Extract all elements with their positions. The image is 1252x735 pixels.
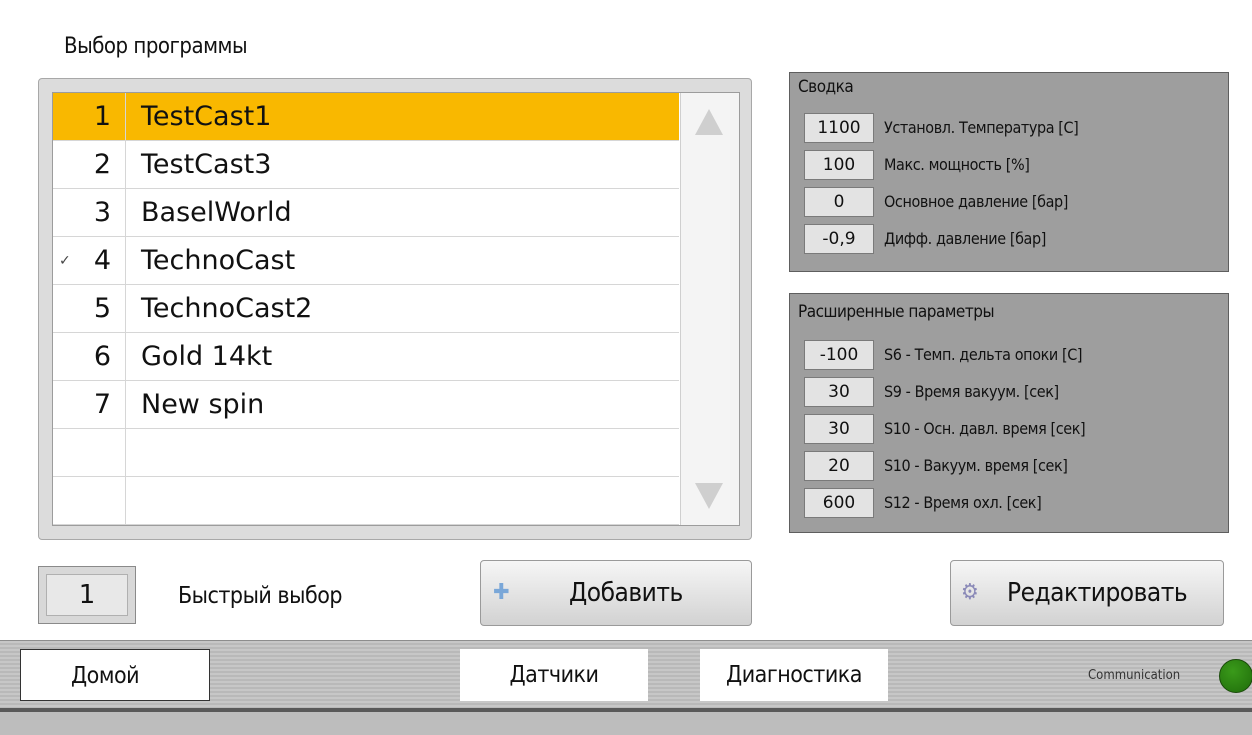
- program-number: 2: [53, 141, 126, 188]
- program-name: TestCast1: [141, 101, 272, 132]
- list-scrollbar[interactable]: [680, 93, 739, 525]
- program-number: [53, 477, 126, 524]
- edit-button[interactable]: ⚙ Редактировать: [950, 560, 1224, 626]
- param-label: S10 - Осн. давл. время [сек]: [884, 419, 1086, 438]
- communication-label: Communication: [1088, 668, 1181, 683]
- bottom-nav-bar: Домой Датчики Диагностика Communication: [0, 640, 1252, 708]
- summary-param-row: 0 Основное давление [бар]: [804, 187, 1224, 217]
- scroll-up-arrow-icon[interactable]: [695, 109, 723, 135]
- program-number: 6: [53, 333, 126, 380]
- program-name: TestCast3: [141, 149, 272, 180]
- extended-param-row: -100 S6 - Темп. дельта опоки [C]: [804, 340, 1224, 370]
- program-row-empty[interactable]: [53, 477, 679, 525]
- extended-param-row: 30 S10 - Осн. давл. время [сек]: [804, 414, 1224, 444]
- param-value: 30: [804, 377, 874, 407]
- nav-diagnostics-button[interactable]: Диагностика: [700, 649, 888, 701]
- param-label: S6 - Темп. дельта опоки [C]: [884, 345, 1083, 364]
- program-name: New spin: [141, 389, 265, 420]
- program-row[interactable]: 5 TechnoCast2: [53, 285, 679, 333]
- param-label: Макс. мощность [%]: [884, 155, 1030, 174]
- program-row[interactable]: 6 Gold 14kt: [53, 333, 679, 381]
- summary-param-row: 100 Макс. мощность [%]: [804, 150, 1224, 180]
- program-table: 1 TestCast1 2 TestCast3 3 BaselWorld ✓ 4…: [53, 93, 679, 525]
- summary-param-row: 1100 Установл. Температура [C]: [804, 113, 1224, 143]
- program-row[interactable]: 3 BaselWorld: [53, 189, 679, 237]
- program-list-frame: 1 TestCast1 2 TestCast3 3 BaselWorld ✓ 4…: [38, 78, 752, 540]
- communication-status-indicator: [1219, 659, 1252, 693]
- program-number: 1: [53, 93, 126, 140]
- program-number: [53, 429, 126, 476]
- program-row[interactable]: 1 TestCast1: [53, 93, 679, 141]
- program-number: 4: [53, 237, 126, 284]
- program-row-empty[interactable]: [53, 429, 679, 477]
- summary-param-row: -0,9 Дифф. давление [бар]: [804, 224, 1224, 254]
- param-label: Дифф. давление [бар]: [884, 229, 1046, 248]
- page-title: Выбор программы: [38, 28, 356, 66]
- program-number: 7: [53, 381, 126, 428]
- param-value: -100: [804, 340, 874, 370]
- program-row[interactable]: 7 New spin: [53, 381, 679, 429]
- summary-panel: Сводка 1100 Установл. Температура [C] 10…: [789, 72, 1229, 272]
- add-button-label: Добавить: [569, 578, 683, 608]
- param-value: 30: [804, 414, 874, 444]
- quick-select-input[interactable]: 1: [46, 574, 128, 616]
- program-row[interactable]: ✓ 4 TechnoCast: [53, 237, 679, 285]
- param-label: Установл. Температура [C]: [884, 118, 1079, 137]
- quick-select-box[interactable]: 1: [38, 566, 136, 624]
- extended-params-panel: Расширенные параметры -100 S6 - Темп. де…: [789, 293, 1229, 533]
- param-value: 20: [804, 451, 874, 481]
- extended-param-row: 30 S9 - Время вакуум. [сек]: [804, 377, 1224, 407]
- add-button[interactable]: ✚ Добавить: [480, 560, 752, 626]
- quick-select-label: Быстрый выбор: [145, 568, 375, 624]
- nav-footer: [0, 708, 1252, 735]
- edit-button-label: Редактировать: [1007, 578, 1188, 608]
- program-row[interactable]: 2 TestCast3: [53, 141, 679, 189]
- extended-param-row: 600 S12 - Время охл. [сек]: [804, 488, 1224, 518]
- param-label: Основное давление [бар]: [884, 192, 1068, 211]
- param-value: 1100: [804, 113, 874, 143]
- program-name: BaselWorld: [141, 197, 292, 228]
- param-label: S12 - Время охл. [сек]: [884, 493, 1042, 512]
- param-value: 0: [804, 187, 874, 217]
- param-value: -0,9: [804, 224, 874, 254]
- gear-icon: ⚙: [961, 580, 979, 605]
- program-name: Gold 14kt: [141, 341, 273, 372]
- program-number: 3: [53, 189, 126, 236]
- extended-title: Расширенные параметры: [798, 302, 995, 322]
- program-number: 5: [53, 285, 126, 332]
- program-name: TechnoCast2: [141, 293, 313, 324]
- nav-home-button[interactable]: Домой: [20, 649, 210, 701]
- plus-icon: ✚: [493, 580, 510, 605]
- nav-sensors-button[interactable]: Датчики: [460, 649, 648, 701]
- param-label: S10 - Вакуум. время [сек]: [884, 456, 1068, 475]
- scroll-down-arrow-icon[interactable]: [695, 483, 723, 509]
- param-value: 100: [804, 150, 874, 180]
- param-label: S9 - Время вакуум. [сек]: [884, 382, 1059, 401]
- program-list: 1 TestCast1 2 TestCast3 3 BaselWorld ✓ 4…: [52, 92, 740, 526]
- summary-title: Сводка: [798, 77, 854, 97]
- extended-param-row: 20 S10 - Вакуум. время [сек]: [804, 451, 1224, 481]
- param-value: 600: [804, 488, 874, 518]
- program-name: TechnoCast: [141, 245, 296, 276]
